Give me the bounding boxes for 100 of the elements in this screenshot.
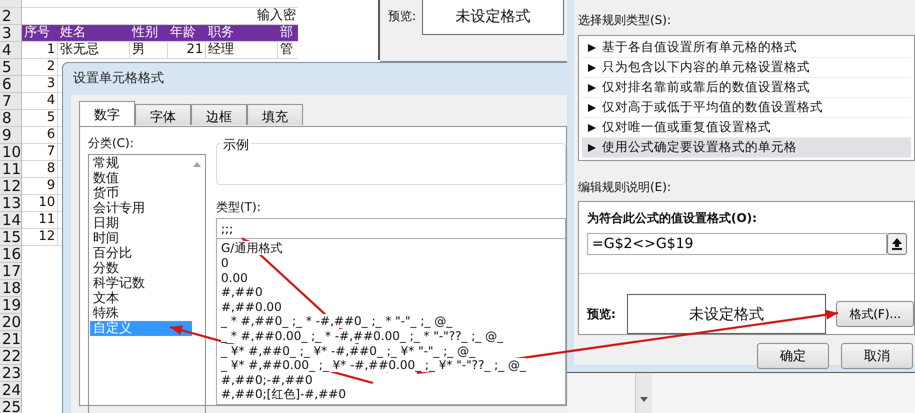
triangle-icon (588, 44, 596, 52)
row-number: 18 (0, 280, 22, 297)
table-cell: 经理 (206, 42, 278, 58)
rule-type-item[interactable]: 仅对排名靠前或靠后的数值设置格式 (582, 78, 911, 98)
rule-type-text: 基于各自值设置所有单元格的格式 (602, 39, 797, 56)
category-item[interactable]: 百分比 (90, 246, 192, 261)
table-cell: 1 (22, 42, 58, 58)
type-option[interactable]: 0 (221, 256, 229, 270)
category-item[interactable]: 会计专用 (90, 201, 192, 216)
collapse-button[interactable] (887, 233, 907, 255)
table-cell: 2 (22, 59, 58, 75)
rule-type-text: 使用公式确定要设置格式的单元格 (602, 139, 797, 156)
row-number: 3 (0, 25, 22, 42)
type-option[interactable]: #,##0;-#,##0 (221, 372, 313, 387)
rule-type-item[interactable]: 只为包含以下内容的单元格设置格式 (582, 58, 911, 78)
row-number: 17 (0, 263, 22, 280)
preview-label: 预览: (388, 8, 416, 25)
row-number: 2 (0, 8, 22, 25)
tab[interactable]: 填充 (247, 104, 303, 125)
row-number: 13 (0, 195, 22, 212)
triangle-icon (588, 84, 596, 92)
table-cell: 12 (22, 229, 58, 245)
type-option[interactable]: #,##0.00 (221, 300, 282, 314)
type-option[interactable]: #,##0;[红色]-#,##0 (221, 387, 346, 402)
category-item[interactable]: 时间 (90, 231, 192, 246)
row-number: 15 (0, 229, 22, 246)
category-label: 分类(C): (88, 135, 135, 152)
row-number: 22 (0, 348, 22, 365)
row-number: 6 (0, 76, 22, 93)
edit-label: 编辑规则说明(E): (578, 179, 672, 196)
rule-type-text: 仅对高于或低于平均值的数值设置格式 (602, 99, 823, 116)
ok-button[interactable]: 确定 (757, 343, 829, 369)
column-header: 序号 (23, 25, 52, 41)
dialog-title: 设置单元格格式 (72, 70, 165, 88)
table-cell: 11 (22, 212, 58, 228)
category-item[interactable]: 分数 (90, 261, 192, 276)
row-number: 16 (0, 246, 22, 263)
scroll-down-icon[interactable] (640, 397, 648, 402)
tab[interactable]: 边框 (191, 104, 247, 125)
formula-input-field[interactable]: =G$2<>G$19 (587, 233, 887, 255)
type-option[interactable]: _ * #,##0_ ;_ * -#,##0_ ;_ * "-"_ ;_ @_ (221, 314, 452, 328)
tab[interactable]: 字体 (135, 104, 191, 125)
category-item[interactable]: 常规 (90, 156, 192, 171)
row-number: 23 (0, 365, 22, 382)
row-number: 24 (0, 382, 22, 399)
table-cell: 张无忌 (58, 42, 130, 58)
category-item[interactable]: 科学记数 (90, 276, 192, 291)
scroll-up-icon[interactable] (193, 162, 201, 167)
rule-type-text: 仅对唯一值或重复值设置格式 (602, 119, 771, 136)
row-number: 25 (0, 399, 22, 413)
triangle-icon (588, 144, 596, 152)
cancel-button[interactable]: 取消 (841, 343, 913, 369)
table-cell: 10 (22, 195, 58, 211)
row-number: 20 (0, 314, 22, 331)
category-item[interactable]: 货币 (90, 186, 192, 201)
rule-type-item[interactable]: 仅对高于或低于平均值的数值设置格式 (582, 98, 911, 118)
type-input-field[interactable]: ;;; (216, 218, 566, 240)
preview-label: 预览: (587, 306, 617, 322)
table-cell: 5 (22, 110, 58, 126)
row-number: 21 (0, 331, 22, 348)
rule-type-text: 仅对排名靠前或靠后的数值设置格式 (602, 79, 810, 96)
row-number: 14 (0, 212, 22, 229)
row-number: 9 (0, 127, 22, 144)
triangle-icon (588, 64, 596, 72)
row-number: 11 (0, 161, 22, 178)
format-button[interactable]: 格式(F)... (836, 301, 914, 327)
type-option[interactable]: _ * #,##0.00_ ;_ * -#,##0.00_ ;_ * "-"??_ ;_ @_ (221, 329, 504, 344)
type-option[interactable]: _ ¥* #,##0.00_ ;_ ¥* -#,##0.00_ ;_ ¥* "-"??_ ;_ @_ (221, 358, 526, 372)
formula-label: 为符合此公式的值设置格式(O): (587, 210, 758, 227)
row-number: 4 (0, 42, 22, 59)
row-number: 8 (0, 110, 22, 127)
preview-box: 未设定格式 (422, 0, 564, 35)
tab[interactable]: 数字 (79, 101, 135, 126)
type-option[interactable]: G/通用格式 (221, 241, 282, 256)
table-cell: 男 (130, 42, 168, 58)
rule-type-item[interactable]: 使用公式确定要设置格式的单元格 (582, 138, 911, 158)
column-header: 部 (279, 25, 294, 41)
row-number: 19 (0, 297, 22, 314)
preview-box: 未设定格式 (626, 294, 826, 334)
category-item[interactable]: 特殊 (90, 306, 192, 321)
row-number: 10 (0, 144, 22, 161)
row-number: 12 (0, 178, 22, 195)
up-arrow-icon (892, 238, 902, 250)
row-number: 7 (0, 93, 22, 110)
table-cell: 21 (168, 42, 206, 58)
table-cell: 9 (22, 178, 58, 194)
category-item[interactable]: 日期 (90, 216, 192, 231)
table-cell: 8 (22, 161, 58, 177)
type-option[interactable]: #,##0 (221, 285, 263, 300)
table-cell-text: 输入密 (256, 8, 298, 24)
rule-type-item[interactable]: 基于各自值设置所有单元格的格式 (582, 38, 911, 58)
rule-type-text: 只为包含以下内容的单元格设置格式 (602, 59, 810, 76)
column-header: 职务 (207, 25, 236, 41)
category-item[interactable]: 文本 (90, 291, 192, 306)
type-option[interactable]: _ ¥* #,##0_ ;_ ¥* -#,##0_ ;_ ¥* "-"_ ;_ @_ (221, 344, 476, 358)
type-option[interactable]: 0.00 (221, 270, 248, 285)
table-cell: 7 (22, 144, 58, 160)
triangle-icon (588, 104, 596, 112)
category-item[interactable]: 数值 (90, 171, 192, 186)
table-cell: 4 (22, 93, 58, 109)
